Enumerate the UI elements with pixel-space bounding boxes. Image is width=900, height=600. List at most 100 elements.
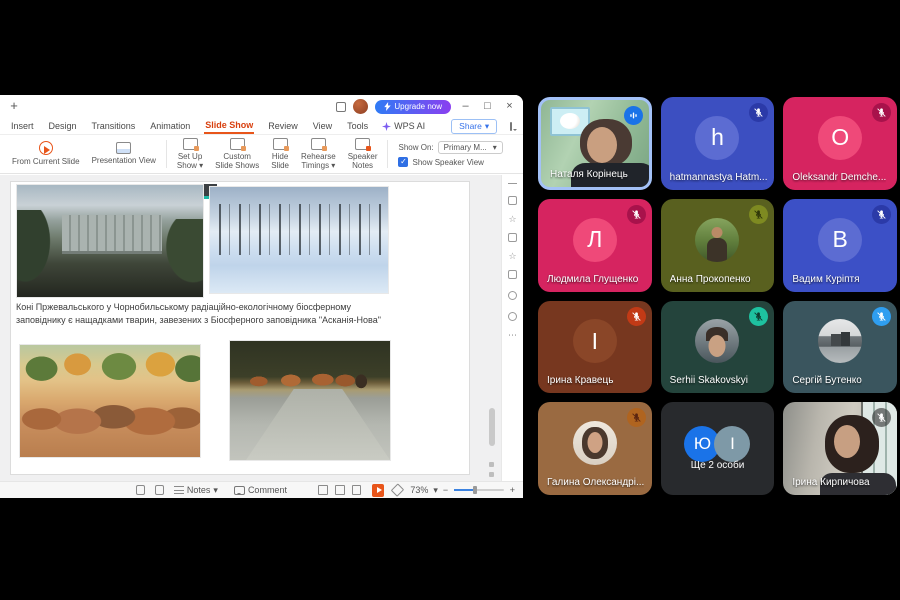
set-up-show-button[interactable]: Set UpShow ▾ [171,138,209,170]
slide-canvas[interactable]: Коні Пржевальського у Чорнобильському ра… [0,175,501,481]
tab-view[interactable]: View [312,120,333,133]
tab-slide-show[interactable]: Slide Show [204,119,254,134]
from-current-slide-button[interactable]: From Current Slide [6,141,86,166]
avatar: O [818,116,862,160]
collapse-panel-icon[interactable] [508,183,517,184]
mic-off-icon [627,408,646,427]
avatar: В [818,218,862,262]
vertical-scrollbar[interactable] [489,177,495,473]
share-button[interactable]: Share ▾ [451,119,497,134]
slideshow-play-button[interactable] [372,484,383,497]
resize-icon[interactable] [508,196,517,205]
presentation-view-button[interactable]: Presentation View [86,142,162,165]
hide-slide-button[interactable]: HideSlide [265,138,295,170]
participant-name: Людмила Глущенко [547,274,638,285]
fit-page-icon[interactable] [136,485,145,495]
next-slide-button[interactable] [489,472,494,477]
overflow-participants-tile[interactable]: Ю І Ще 2 особи [661,402,775,495]
premium-icon[interactable]: ☆ [508,217,516,221]
wps-ai-button[interactable]: WPS AI [382,121,425,131]
minimize-button[interactable]: – [458,99,473,114]
share-panel-icon[interactable] [508,233,517,242]
previous-slide-button[interactable] [489,462,494,467]
avatar: І [714,426,750,462]
reading-view-icon[interactable] [352,485,362,495]
mic-off-icon [749,307,768,326]
fit-width-icon[interactable] [155,485,164,495]
notes-icon [174,486,184,494]
photo-pripyat-building[interactable] [16,184,204,298]
comment-button[interactable]: Comment [234,485,287,495]
participant-tile[interactable]: h hatmannastya Hatm... [661,97,775,190]
participant-name: Сергій Бутенко [792,375,862,386]
chevron-down-icon: ▾ [213,485,218,496]
participant-tile[interactable]: Serhii Skakovskyi [661,301,775,394]
participant-tile[interactable]: Сергій Бутенко [783,301,897,394]
more-people-label: Ще 2 особи [661,460,775,471]
participant-tile[interactable]: O Oleksandr Demche... [783,97,897,190]
mic-off-icon [627,307,646,326]
tab-tools[interactable]: Tools [346,120,369,133]
scrollbar-thumb[interactable] [489,408,495,446]
notes-toggle[interactable]: Notes ▾ [174,485,218,496]
upgrade-button[interactable]: Upgrade now [375,100,451,114]
comment-icon [234,486,245,495]
zoom-caret-icon[interactable]: ▾ [433,485,438,496]
maximize-button[interactable]: □ [480,99,495,114]
tab-restore-icon[interactable] [336,102,346,112]
zoom-percent[interactable]: 73% [410,485,428,495]
participant-tile[interactable]: Л Людмила Глущенко [538,199,652,292]
photo-horses-field[interactable] [19,344,201,458]
adjust-icon[interactable] [508,270,517,279]
participant-video [587,127,617,163]
slide-sorter-icon[interactable] [335,485,345,495]
participant-tile[interactable]: Галина Олександрі... [538,402,652,495]
rehearse-timings-button[interactable]: RehearseTimings ▾ [295,138,342,170]
more-tools-icon[interactable]: ⋯ [508,333,517,337]
speaker-notes-button[interactable]: SpeakerNotes [342,138,384,170]
participant-tile[interactable]: Ірина Кирпичова [783,402,897,495]
participant-name: Анна Прокопенко [670,274,751,285]
participant-tile[interactable]: І Ірина Кравець [538,301,652,394]
close-button[interactable]: × [502,99,517,114]
tab-design[interactable]: Design [48,120,78,133]
hide-slide-icon [273,138,288,150]
zoom-out-button[interactable]: − [443,485,448,495]
tab-animation[interactable]: Animation [149,120,191,133]
photo-winter-forest[interactable] [209,186,389,294]
help-icon[interactable] [508,312,517,321]
new-document-tab-button[interactable]: + [6,99,22,115]
screen: + Upgrade now – □ × Insert Design Transi… [0,0,900,600]
participant-name: Вадим Куріптя [792,274,859,285]
upgrade-label: Upgrade now [394,102,442,111]
photo-horses-road[interactable] [229,340,391,461]
avatar-photo [695,218,739,262]
show-speaker-view-label: Show Speaker View [412,158,483,167]
participant-tile[interactable]: В Вадим Куріптя [783,199,897,292]
star-icon[interactable]: ☆ [508,254,516,258]
show-on-label: Show On: [398,143,433,152]
slide[interactable]: Коні Пржевальського у Чорнобильському ра… [10,181,470,475]
fullscreen-icon[interactable] [390,483,403,496]
tab-insert[interactable]: Insert [10,120,35,133]
slide-caption[interactable]: Коні Пржевальського у Чорнобильському ра… [16,301,388,327]
account-avatar[interactable] [353,99,368,114]
participant-name: Serhii Skakovskyi [670,375,748,386]
show-on-dropdown[interactable]: Primary M... ▾ [438,141,503,154]
zoom-in-button[interactable]: + [510,485,515,495]
tab-transitions[interactable]: Transitions [91,120,137,133]
history-icon[interactable] [508,291,517,300]
custom-slide-shows-button[interactable]: CustomSlide Shows [209,138,265,170]
tab-review[interactable]: Review [267,120,299,133]
normal-view-icon[interactable] [318,485,328,495]
participant-grid: Наталя Корінець h hatmannastya Hatm... O… [538,97,897,495]
mic-off-icon [749,205,768,224]
mic-off-icon [872,205,891,224]
zoom-slider[interactable] [454,489,504,491]
participant-tile[interactable]: Анна Прокопенко [661,199,775,292]
zoom-slider-knob[interactable] [473,486,477,494]
comment-bubble-icon[interactable] [510,122,512,131]
presentation-view-icon [116,142,131,154]
show-speaker-view-checkbox[interactable]: ✓ [398,157,408,167]
participant-tile[interactable]: Наталя Корінець [538,97,652,190]
